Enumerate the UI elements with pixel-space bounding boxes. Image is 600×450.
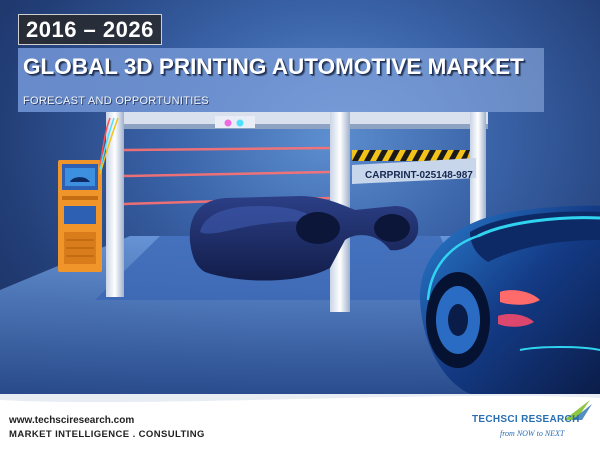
report-subtitle: FORECAST AND OPPORTUNITIES [23,95,209,107]
logo-name: TECHSCI RESEARCH [472,414,580,425]
laser-beams [123,146,331,206]
left-pillar [106,112,124,297]
license-plate-text: CARPRINT-025148-987 [365,170,473,181]
print-head-light-cyan [236,119,244,127]
techsci-research-logo: TECHSCI RESEARCH from NOW to NEXT [472,400,594,444]
print-head [215,116,255,128]
title-banner: GLOBAL 3D PRINTING AUTOMOTIVE MARKET FOR… [18,48,544,112]
company-tagline: MARKET INTELLIGENCE . CONSULTING [9,429,205,440]
footer: www.techsciresearch.com MARKET INTELLIGE… [0,394,600,450]
report-title: GLOBAL 3D PRINTING AUTOMOTIVE MARKET [23,54,524,79]
logo-tagline: from NOW to NEXT [500,429,565,438]
cover-image: CARPRINT-025148-987 2016 – 2026 GLOBAL 3… [0,0,600,394]
gantry-beam [108,112,488,126]
year-range-text: 2016 – 2026 [26,17,154,42]
year-range-badge: 2016 – 2026 [18,14,162,45]
control-kiosk [58,160,102,272]
website-link[interactable]: www.techsciresearch.com [9,415,134,426]
print-head-light-pink [224,119,232,127]
concept-car [419,205,600,394]
